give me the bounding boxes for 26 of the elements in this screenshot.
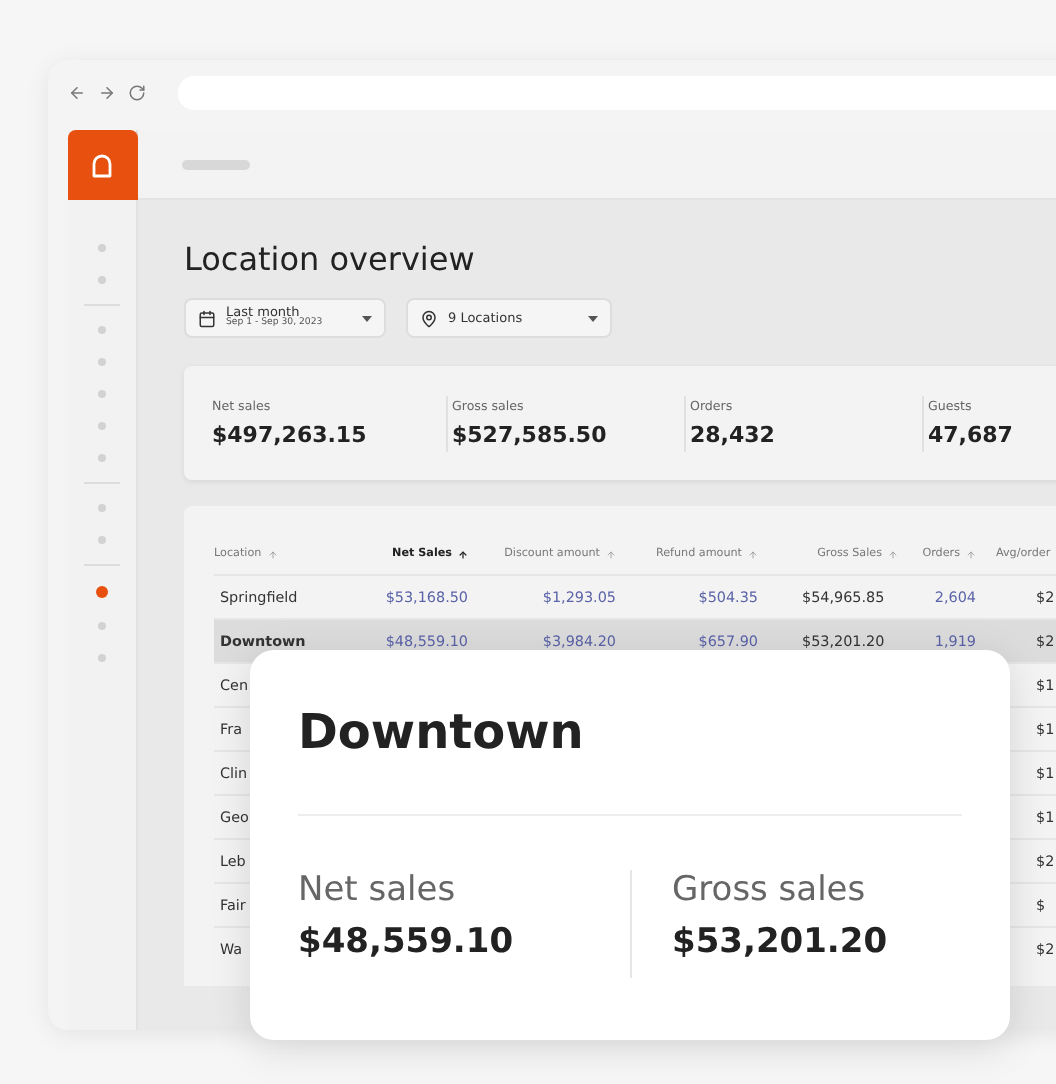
reload-icon[interactable] [128,83,146,101]
stat-value: $527,585.50 [452,421,609,447]
calendar-icon [198,309,216,327]
forward-icon[interactable] [98,83,116,101]
stat-value: $53,201.20 [672,922,890,962]
sort-icon [267,549,278,559]
sort-icon [748,549,758,559]
stat-label: Net sales [298,870,458,910]
sort-icon [458,549,468,559]
caret-icon [362,315,372,321]
stat-value: 47,687 [928,421,1015,447]
location-pin-icon [420,309,438,327]
sort-icon [966,549,976,559]
breadcrumb-placeholder [182,159,250,169]
stat-value: $497,263.15 [212,421,369,447]
stat-value: $48,559.10 [298,922,516,962]
sort-icon [888,549,898,559]
caret-icon [588,315,598,321]
stat-label: Gross sales [672,870,868,910]
logo-icon[interactable] [67,130,137,200]
popup-title: Downtown [298,702,586,764]
sort-icon [606,549,616,559]
page-title: Location overview [184,240,477,278]
stat-value: 28,432 [690,421,777,447]
back-icon[interactable] [68,83,86,101]
nav-item[interactable] [96,586,108,598]
